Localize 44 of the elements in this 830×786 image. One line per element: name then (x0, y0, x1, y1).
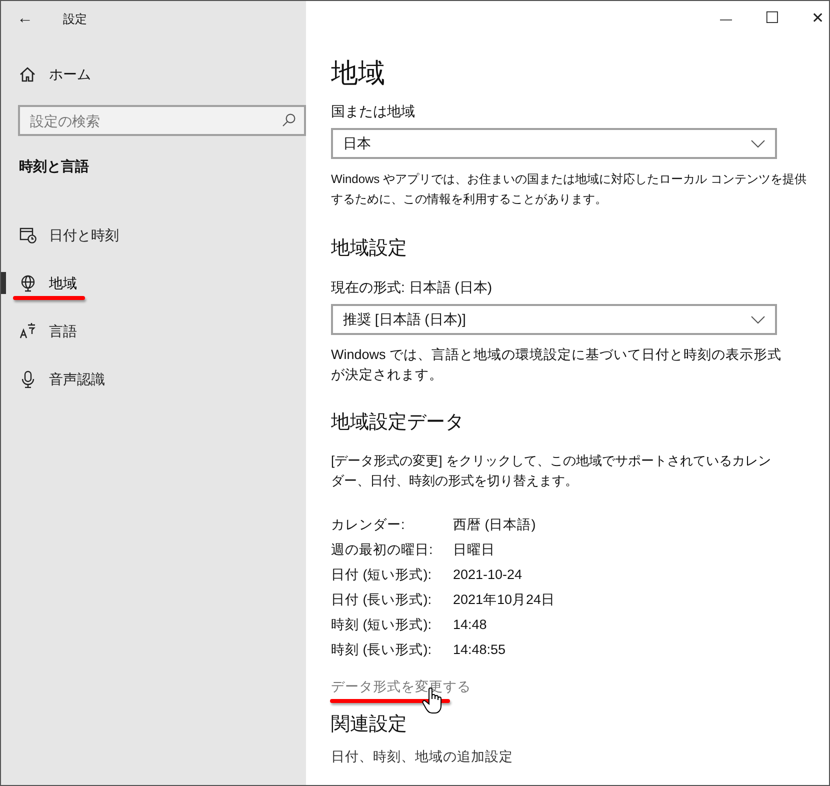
sidebar-item[interactable]: 音声認識 (19, 368, 105, 390)
globe-icon (19, 274, 37, 292)
back-button[interactable]: ← (1, 1, 49, 37)
property-value: 2021年10月24日 (453, 591, 556, 610)
sidebar-item[interactable]: 地域 (19, 272, 77, 294)
home-icon (19, 66, 36, 82)
chevron-down-icon (751, 140, 765, 148)
property-label: 日付 (短い形式): (331, 566, 432, 584)
calendar-clock-icon (19, 226, 37, 244)
property-value: 2021-10-24 (453, 566, 522, 584)
microphone-icon (19, 370, 37, 388)
dropdown[interactable]: 推奨 [日本語 (日本)] (331, 304, 777, 335)
field-label: 国または地域 (331, 102, 416, 121)
property-label: 時刻 (短い形式): (331, 616, 432, 634)
language-icon (19, 322, 37, 340)
maximize-button[interactable]: ☐ (749, 1, 795, 37)
property-label: 週の最初の曜日: (331, 541, 434, 560)
property-value: 14:48 (453, 616, 487, 634)
sidebar-item[interactable]: 言語 (19, 320, 77, 342)
window-title: 設定 (63, 11, 87, 28)
property-label: 時刻 (長い形式): (331, 641, 432, 660)
search-icon (282, 113, 296, 127)
close-button[interactable]: ✕ (795, 1, 829, 37)
section-heading: 関連設定 (331, 713, 408, 737)
property-value: 西暦 (日本語) (453, 516, 536, 534)
page-title: 地域 (331, 57, 386, 90)
property-value: 日曜日 (453, 541, 495, 560)
minimize-button[interactable]: — (703, 1, 749, 37)
dropdown[interactable]: 日本 (331, 128, 777, 159)
search-field[interactable]: 設定の検索 (18, 105, 306, 136)
description-text: Windows では、言語と地域の環境設定に基づいて日付と時刻の表示形式が決定されます。 (331, 346, 783, 384)
field-label: 現在の形式: 日本語 (日本) (331, 278, 493, 297)
additional-settings-link[interactable]: 日付、時刻、地域の追加設定 (331, 747, 513, 767)
property-label: 日付 (長い形式): (331, 591, 432, 610)
property-label: カレンダー: (331, 516, 406, 534)
home-link[interactable]: ホーム (19, 59, 91, 89)
section-heading: 地域設定データ (331, 411, 465, 435)
section-heading: 時刻と言語 (19, 157, 90, 176)
sidebar-item[interactable]: 日付と時刻 (19, 224, 119, 246)
property-value: 14:48:55 (453, 641, 506, 660)
section-heading: 地域設定 (331, 237, 408, 261)
description-text: [データ形式の変更] をクリックして、この地域でサポートされているカレンダー、日付、時刻の形式を切り替えます。 (331, 452, 772, 490)
description-text: Windows やアプリでは、お住まいの国または地域に対応したローカル コンテンツを提供するために、この情報を利用することがあります。 (331, 171, 808, 208)
chevron-down-icon (751, 316, 765, 324)
